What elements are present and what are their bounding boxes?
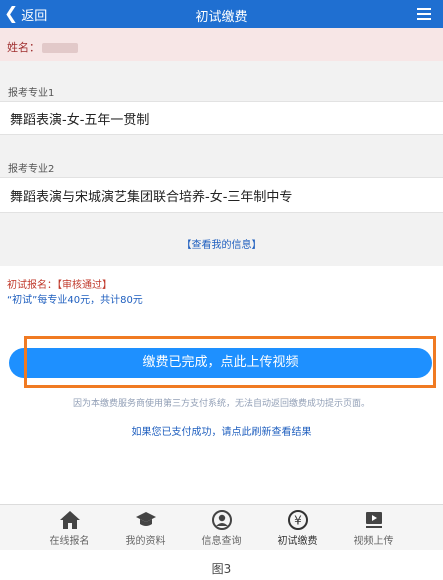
status-badge: 【审核通过】 — [57, 280, 112, 291]
yen-icon: ¥ — [287, 510, 308, 530]
major-2-label: 报考专业2 — [8, 164, 55, 175]
tab-info-query[interactable]: 信息查询 — [184, 505, 260, 551]
header-bar: ❮ 返回 初试缴费 — [0, 0, 443, 28]
exam-status: 初试报名：【审核通过】 — [7, 276, 112, 291]
video-upload-icon — [365, 512, 382, 528]
highlight-box — [24, 336, 436, 388]
tab-label: 信息查询 — [201, 536, 242, 547]
tab-video-upload[interactable]: 视频上传 — [336, 505, 412, 551]
name-label: 姓名： — [7, 41, 40, 54]
page-title: 初试缴费 — [195, 10, 248, 25]
redacted-name — [42, 43, 78, 53]
user-icon — [211, 510, 232, 530]
graduation-cap-icon — [135, 512, 156, 526]
svg-text:¥: ¥ — [294, 514, 302, 528]
tab-label: 我的资料 — [125, 536, 166, 547]
refresh-link[interactable]: 如果您已支付成功，请点此刷新查看结果 — [0, 423, 443, 438]
tab-initial-payment[interactable]: ¥ 初试缴费 — [260, 505, 336, 551]
menu-icon[interactable] — [417, 8, 431, 20]
tab-online-registration[interactable]: 在线报名 — [32, 505, 108, 551]
name-row: 姓名： — [0, 28, 443, 61]
bottom-tab-bar: 在线报名 我的资料 信息查询 ¥ 初试缴费 视频上传 — [0, 504, 443, 550]
major-1-field[interactable]: 舞蹈表演-女-五年一贯制 — [0, 101, 443, 135]
major-2-field[interactable]: 舞蹈表演与宋城演艺集团联合培养-女-三年制中专 — [0, 177, 443, 213]
major-1-label: 报考专业1 — [8, 88, 55, 99]
tab-label: 在线报名 — [49, 536, 90, 547]
home-icon — [59, 511, 80, 529]
status-label: 初试报名： — [7, 280, 57, 291]
fee-text: “初试”每专业40元，共计80元 — [7, 295, 143, 306]
notice-text: 因为本缴费服务商使用第三方支付系统，无法自动返回缴费成功提示页面。 — [72, 399, 370, 409]
tab-my-profile[interactable]: 我的资料 — [108, 505, 184, 551]
view-my-info-link[interactable]: 【查看我的信息】 — [0, 236, 443, 251]
figure-caption: 图3 — [211, 562, 232, 576]
tab-label: 初试缴费 — [277, 536, 318, 547]
tab-label: 视频上传 — [353, 536, 394, 547]
